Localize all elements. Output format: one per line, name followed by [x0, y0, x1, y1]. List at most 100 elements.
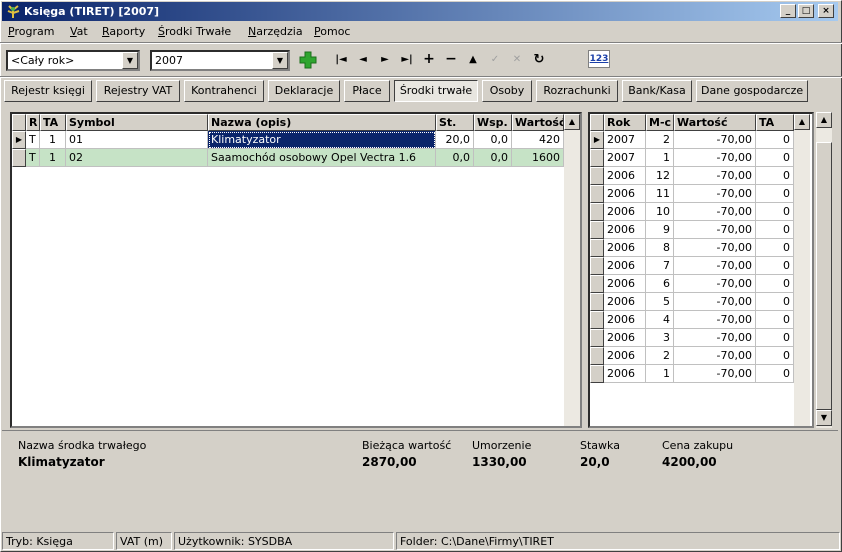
up-icon[interactable]: ▲ — [462, 50, 484, 70]
tab-dane-gospodarcze[interactable]: Dane gospodarcze — [696, 80, 808, 102]
current-row-indicator: ▶ — [12, 131, 26, 149]
cell-mc: 4 — [646, 311, 674, 329]
cell-ta: 0 — [756, 185, 794, 203]
status-mode: Tryb: Księga — [2, 532, 114, 550]
maximize-button[interactable]: □ — [798, 4, 814, 18]
row-indicator — [590, 239, 604, 257]
row-indicator — [590, 221, 604, 239]
column-header-indicator — [12, 114, 26, 131]
tab-rejestr-ksiegi[interactable]: Rejestr księgi — [4, 80, 92, 102]
year-select[interactable]: 2007 ▼ — [150, 50, 290, 71]
cell-rok: 2006 — [604, 185, 646, 203]
first-icon[interactable]: |◄ — [330, 50, 352, 70]
status-user: Użytkownik: SYSDBA — [174, 532, 394, 550]
next-icon[interactable]: ► — [374, 50, 396, 70]
menu-srodki-trwale[interactable]: Środki Trwałe — [158, 25, 231, 38]
tab-rozrachunki[interactable]: Rozrachunki — [536, 80, 618, 102]
depreciation-label: Umorzenie — [472, 439, 532, 452]
depreciation-value: 1330,00 — [472, 455, 527, 469]
cell-ta: 0 — [756, 293, 794, 311]
cell-ta: 0 — [756, 329, 794, 347]
cell-rok: 2006 — [604, 275, 646, 293]
status-folder: Folder: C:\Dane\Firmy\TIRET — [396, 532, 840, 550]
cell-wartosc: -70,00 — [674, 221, 756, 239]
main-vertical-scrollbar[interactable]: ▲ ▼ — [816, 112, 832, 428]
cell-wartosc: 420 — [512, 131, 564, 149]
tab-bank-kasa[interactable]: Bank/Kasa — [622, 80, 692, 102]
app-icon — [7, 5, 20, 18]
cell-ta: 0 — [756, 257, 794, 275]
period-select[interactable]: <Cały rok> ▼ — [6, 50, 140, 71]
minimize-button[interactable]: _ — [780, 4, 796, 18]
column-header-wartosc[interactable]: Wartość — [512, 114, 564, 131]
cell-ta: 0 — [756, 311, 794, 329]
column-header-st[interactable]: St. — [436, 114, 474, 131]
tab-place[interactable]: Płace — [344, 80, 390, 102]
cell-ta: 0 — [756, 203, 794, 221]
column-header-wsp[interactable]: Wsp. — [474, 114, 512, 131]
cell-symbol: 01 — [66, 131, 208, 149]
cell-wartosc: -70,00 — [674, 131, 756, 149]
window-title: Księga (TIRET) [2007] — [24, 5, 160, 18]
scroll-up-icon[interactable]: ▲ — [564, 114, 580, 130]
refresh-icon[interactable]: ↻ — [528, 50, 550, 70]
tab-osoby[interactable]: Osoby — [482, 80, 532, 102]
column-header-r[interactable]: R — [26, 114, 40, 131]
calculator-icon[interactable]: 123 — [588, 50, 610, 68]
menu-pomoc[interactable]: Pomoc — [314, 25, 350, 38]
cell-nazwa: Saamochód osobowy Opel Vectra 1.6 — [208, 149, 436, 167]
cell-wartosc: -70,00 — [674, 365, 756, 383]
cell-mc: 11 — [646, 185, 674, 203]
rate-label: Stawka — [580, 439, 620, 452]
row-indicator — [590, 149, 604, 167]
scroll-up-icon[interactable]: ▲ — [794, 114, 810, 130]
column-header-ta[interactable]: TA — [756, 114, 794, 131]
cell-rok: 2006 — [604, 311, 646, 329]
menu-narzedzia[interactable]: Narzędzia — [248, 25, 303, 38]
cell-r: T — [26, 149, 40, 167]
delete-icon[interactable]: − — [440, 50, 462, 70]
assets-grid: R TA Symbol Nazwa (opis) St. Wsp. Wartoś… — [10, 112, 582, 428]
scroll-up-icon[interactable]: ▲ — [816, 112, 832, 128]
add-icon[interactable] — [298, 50, 318, 70]
cell-wartosc: -70,00 — [674, 149, 756, 167]
last-icon[interactable]: ►| — [396, 50, 418, 70]
tab-srodki-trwale[interactable]: Środki trwałe — [394, 80, 478, 102]
cell-wsp: 0,0 — [474, 149, 512, 167]
cell-rok: 2006 — [604, 167, 646, 185]
chevron-down-icon[interactable]: ▼ — [122, 52, 138, 69]
cancel-icon[interactable]: ✕ — [506, 50, 528, 70]
column-header-rok[interactable]: Rok — [604, 114, 646, 131]
column-header-ta[interactable]: TA — [40, 114, 66, 131]
menu-raporty[interactable]: Raporty — [102, 25, 145, 38]
chevron-down-icon[interactable]: ▼ — [272, 52, 288, 69]
confirm-icon[interactable]: ✓ — [484, 50, 506, 70]
name-label: Nazwa środka trwałego — [18, 439, 147, 452]
prev-icon[interactable]: ◄ — [352, 50, 374, 70]
tab-kontrahenci[interactable]: Kontrahenci — [184, 80, 264, 102]
period-value: <Cały rok> — [11, 54, 75, 67]
menu-separator — [0, 42, 842, 44]
cell-wartosc: -70,00 — [674, 167, 756, 185]
cell-wartosc: -70,00 — [674, 185, 756, 203]
cell-ta: 1 — [40, 131, 66, 149]
column-header-nazwa[interactable]: Nazwa (opis) — [208, 114, 436, 131]
close-button[interactable]: × — [818, 4, 834, 18]
toolbar-separator — [0, 76, 842, 78]
scroll-thumb[interactable] — [816, 142, 832, 410]
column-header-mc[interactable]: M-c — [646, 114, 674, 131]
menu-program[interactable]: Program — [8, 25, 54, 38]
tab-deklaracje[interactable]: Deklaracje — [268, 80, 340, 102]
current-value: 2870,00 — [362, 455, 417, 469]
menu-vat[interactable]: Vat — [70, 25, 88, 38]
tab-rejestry-vat[interactable]: Rejestry VAT — [96, 80, 180, 102]
cell-mc: 6 — [646, 275, 674, 293]
assets-vertical-scrollbar[interactable]: ▲ — [564, 114, 580, 426]
scroll-down-icon[interactable]: ▼ — [816, 410, 832, 426]
current-value-label: Bieżąca wartość — [362, 439, 452, 452]
insert-icon[interactable]: + — [418, 50, 440, 70]
column-header-wartosc[interactable]: Wartość — [674, 114, 756, 131]
title-bar[interactable]: Księga (TIRET) [2007] _ □ × — [2, 2, 838, 21]
column-header-symbol[interactable]: Symbol — [66, 114, 208, 131]
history-vertical-scrollbar[interactable]: ▲ — [794, 114, 810, 426]
